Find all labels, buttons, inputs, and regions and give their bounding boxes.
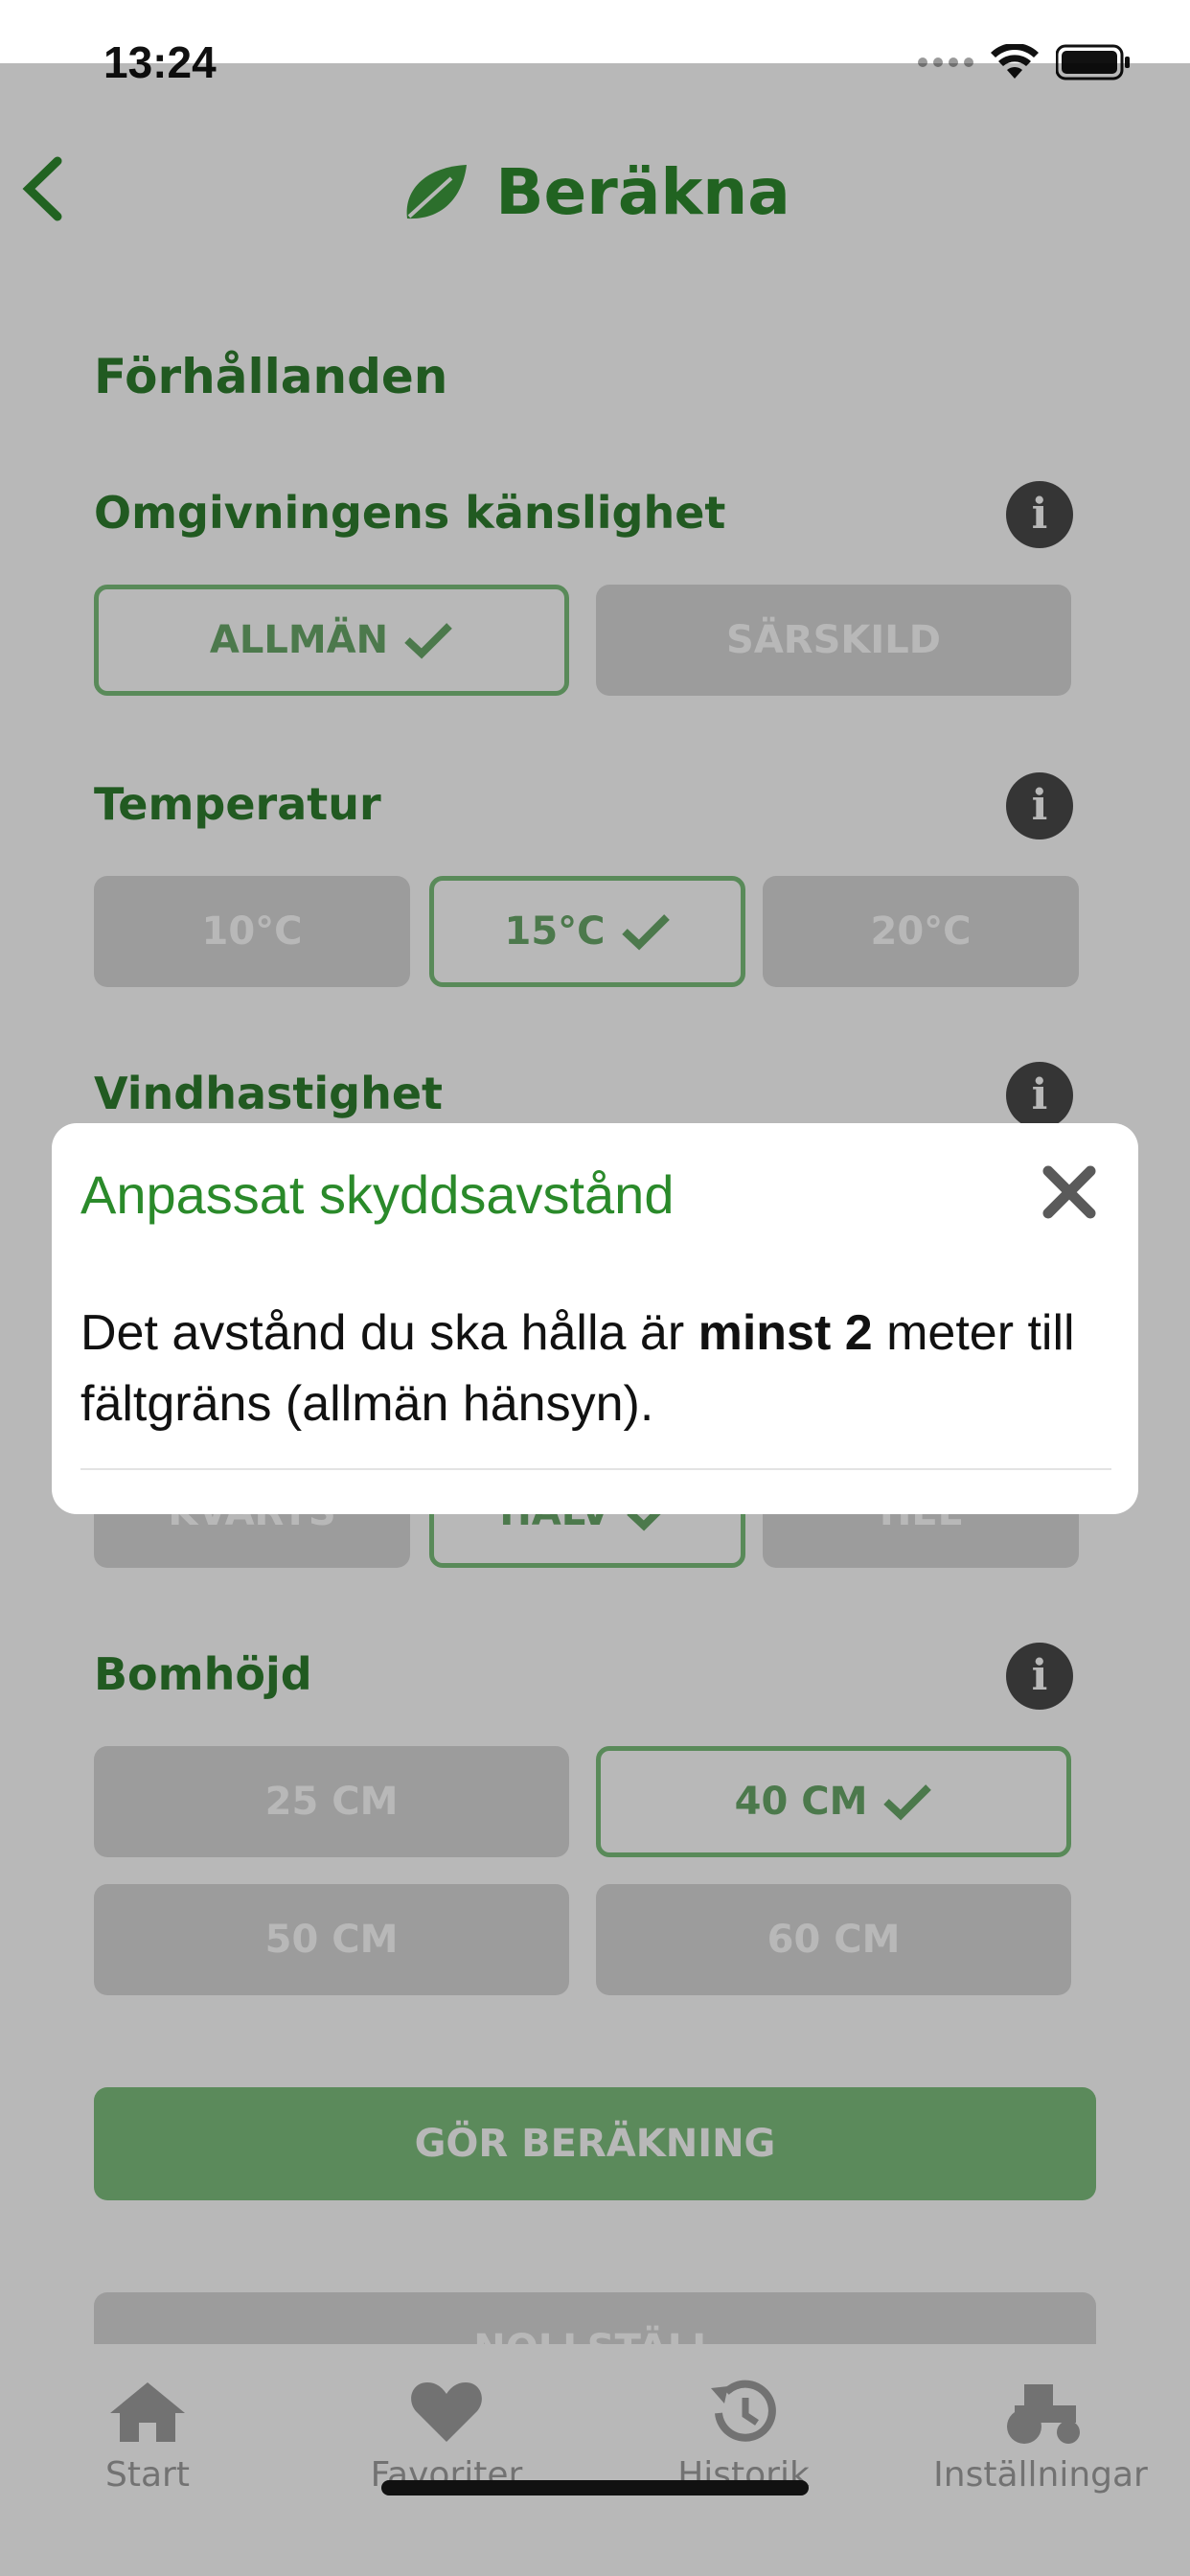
close-icon [1042, 1165, 1096, 1219]
info-modal: Anpassat skyddsavstånd Det avstånd du sk… [52, 1123, 1138, 1514]
modal-body-emphasis: minst 2 [698, 1305, 873, 1361]
modal-divider [80, 1468, 1111, 1470]
modal-body-text: Det avstånd du ska hålla är [80, 1305, 698, 1361]
status-bar: 13:24 [0, 0, 1190, 87]
modal-body: Det avstånd du ska hålla är minst 2 mete… [80, 1298, 1106, 1439]
close-button[interactable] [1039, 1162, 1100, 1223]
modal-title: Anpassat skyddsavstånd [80, 1164, 675, 1225]
home-indicator[interactable] [381, 2480, 809, 2496]
